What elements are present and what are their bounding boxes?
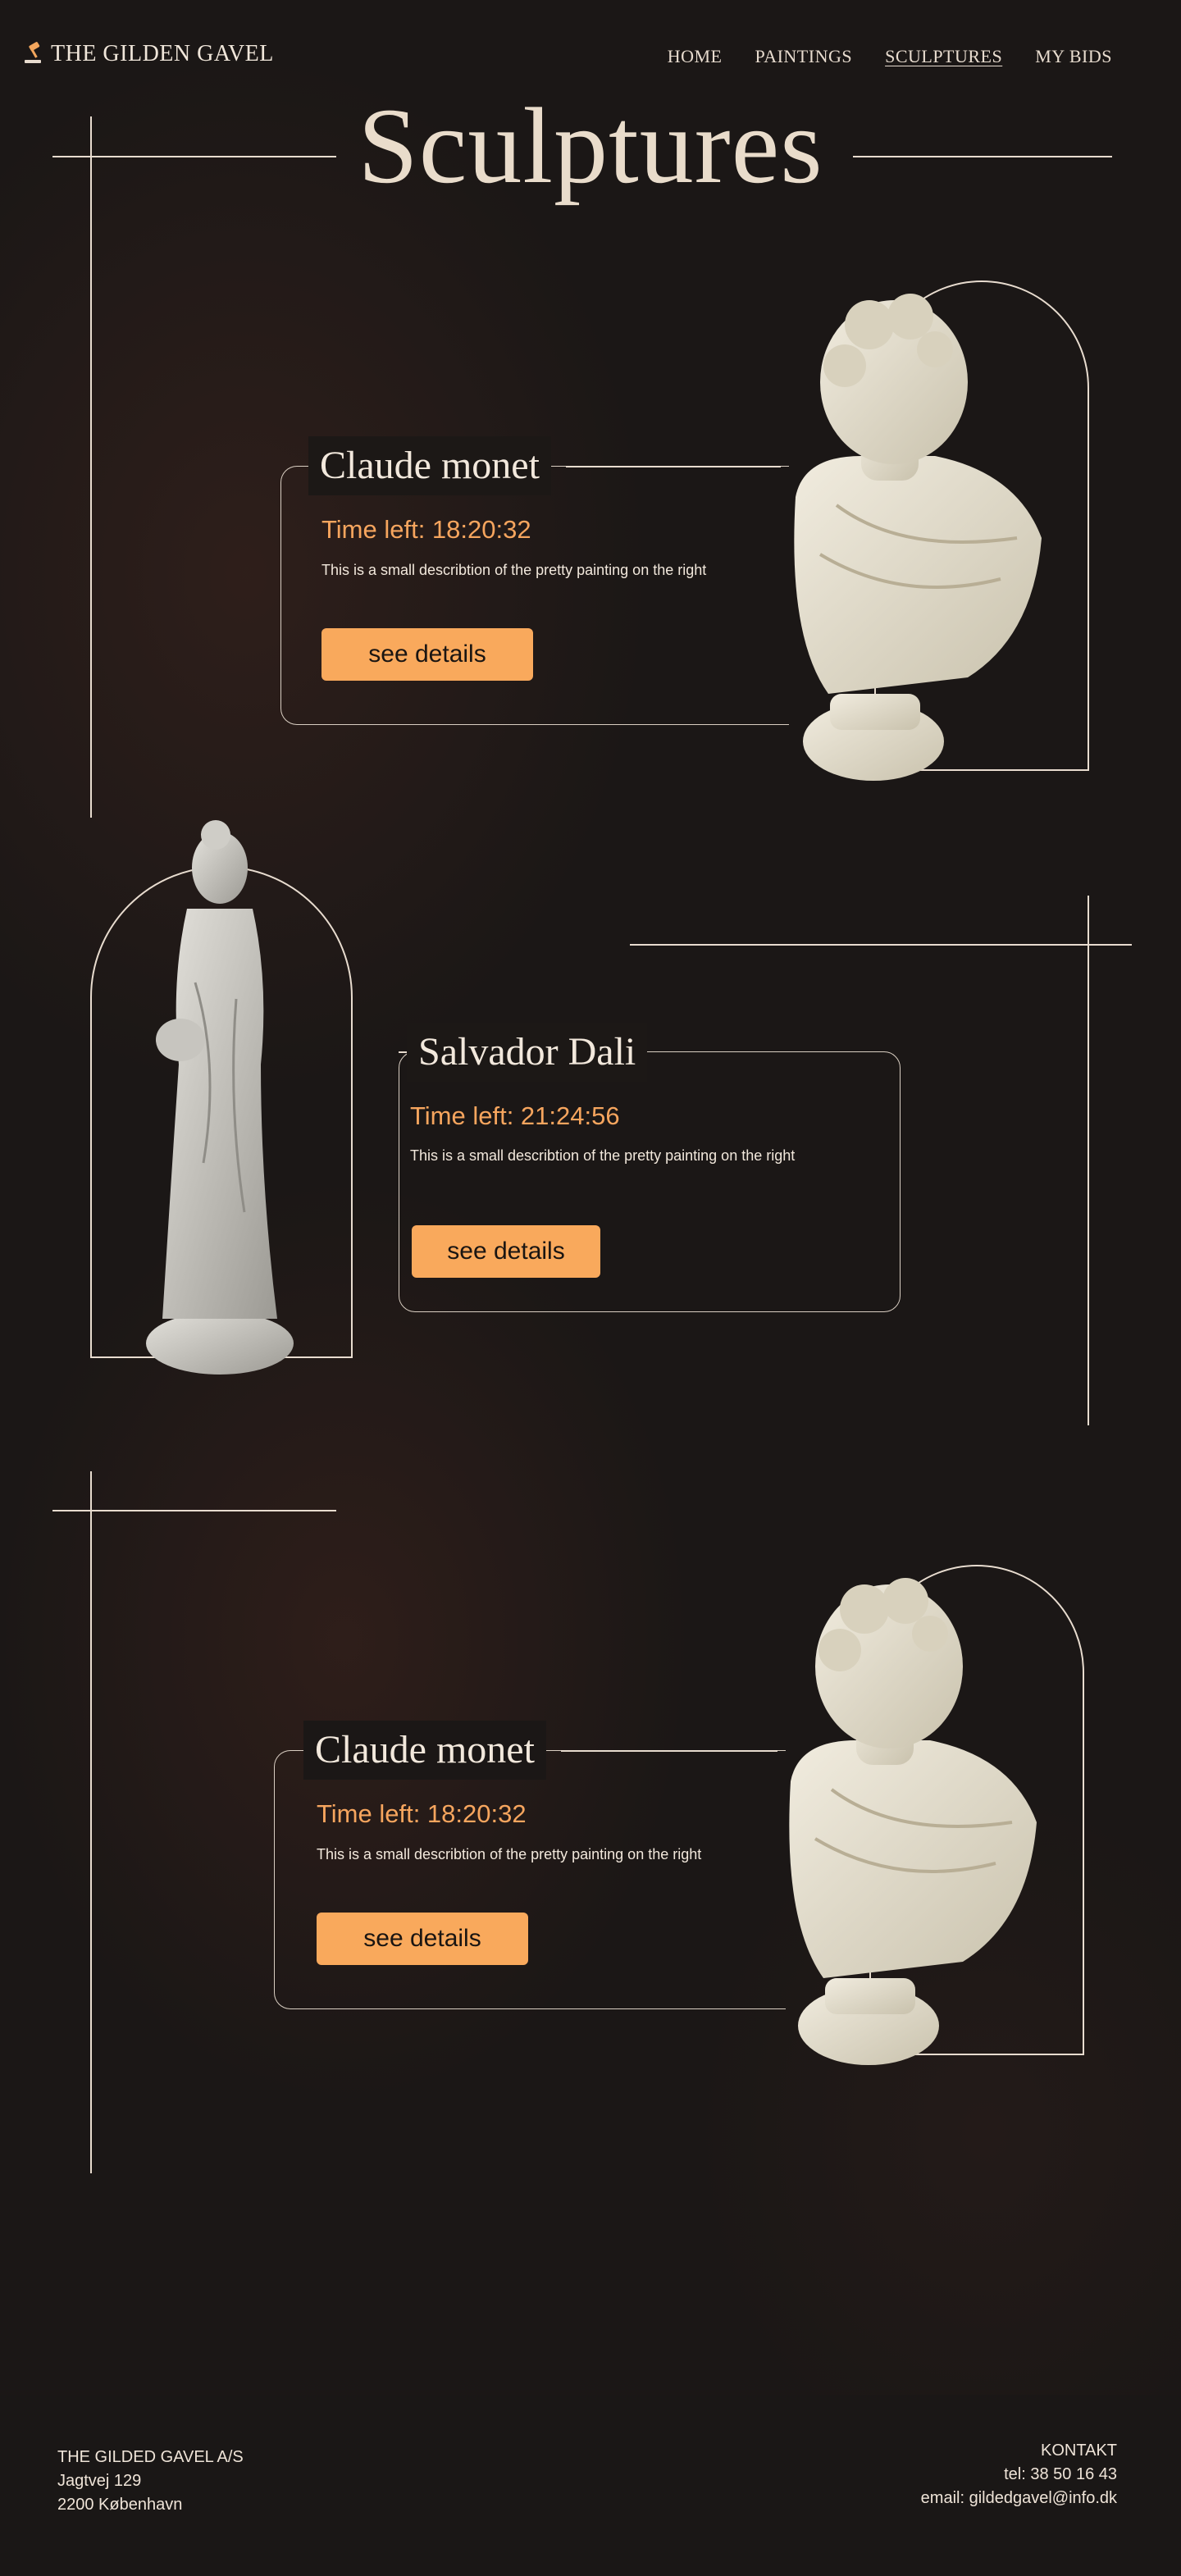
description: This is a small describtion of the prett…	[410, 1147, 796, 1164]
email-link[interactable]: email: gildedgavel@info.dk	[921, 2487, 1117, 2510]
bust-sculpture-image	[794, 294, 1042, 781]
contact-heading: KONTAKT	[1041, 2442, 1117, 2460]
divider	[630, 944, 1132, 946]
divider	[90, 116, 92, 818]
nav-sculptures[interactable]: SCULPTURES	[885, 46, 1002, 67]
logo-text: THE GILDEN GAVEL	[51, 41, 274, 66]
page-title: Sculptures	[358, 85, 823, 206]
nav-paintings[interactable]: PAINTINGS	[755, 46, 852, 67]
footer-contact: KONTAKT tel: 38 50 16 43 email: gildedga…	[921, 2439, 1117, 2510]
divider	[90, 1471, 92, 2173]
auction-card	[274, 1750, 786, 2009]
see-details-button[interactable]: see details	[412, 1225, 600, 1278]
street: Jagtvej 129	[57, 2472, 142, 2490]
time-left: Time left: 18:20:32	[317, 1799, 527, 1828]
auction-card	[280, 466, 789, 725]
divider	[399, 1051, 407, 1053]
nav-home[interactable]: HOME	[668, 46, 723, 67]
city: 2200 København	[57, 2496, 183, 2514]
bust-sculpture-image	[789, 1578, 1037, 2065]
description: This is a small describtion of the prett…	[317, 1846, 702, 1862]
divider	[853, 156, 1112, 157]
divider	[1088, 896, 1089, 1425]
divider	[561, 1750, 777, 1752]
description: This is a small describtion of the prett…	[321, 562, 707, 578]
time-left: Time left: 18:20:32	[321, 515, 531, 544]
footer-address: THE GILDED GAVEL A/S Jagtvej 129 2200 Kø…	[57, 2446, 244, 2517]
divider	[52, 1510, 336, 1511]
divider	[566, 466, 781, 467]
artist-name: Salvador Dali	[407, 1023, 648, 1082]
woman-statue-image	[146, 820, 294, 1375]
logo[interactable]: THE GILDEN GAVEL	[23, 41, 274, 67]
artist-name: Claude monet	[303, 1721, 546, 1780]
nav-my-bids[interactable]: MY BIDS	[1035, 46, 1112, 67]
company-name: THE GILDED GAVEL A/S	[57, 2448, 244, 2466]
time-left: Time left: 21:24:56	[410, 1101, 620, 1130]
divider	[52, 156, 336, 157]
see-details-button[interactable]: see details	[321, 628, 533, 681]
see-details-button[interactable]: see details	[317, 1913, 528, 1965]
phone-link[interactable]: tel: 38 50 16 43	[921, 2463, 1117, 2487]
gavel-icon	[25, 42, 41, 63]
main-nav: HOME PAINTINGS SCULPTURES MY BIDS	[668, 46, 1112, 67]
artist-name: Claude monet	[308, 436, 551, 495]
